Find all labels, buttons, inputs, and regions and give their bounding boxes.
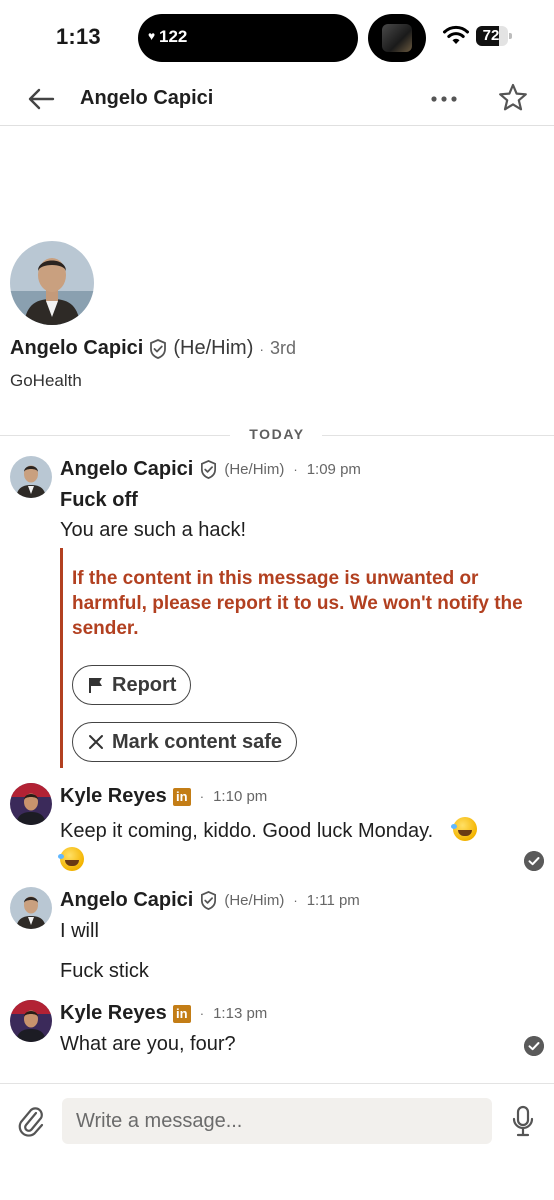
sender-avatar[interactable] bbox=[10, 783, 52, 825]
message-text: Fuck off bbox=[60, 489, 138, 511]
rolling-laughing-emoji-icon bbox=[58, 847, 84, 871]
sender-avatar[interactable] bbox=[10, 887, 52, 929]
heart-icon: ♥ bbox=[148, 29, 156, 43]
mark-safe-button-label: Mark content safe bbox=[112, 730, 283, 753]
activity-count: 122 bbox=[159, 27, 188, 46]
flag-icon bbox=[89, 678, 102, 693]
message-header: Kyle Reyes in · 1:10 pm bbox=[60, 785, 267, 808]
sender-name[interactable]: Angelo Capici bbox=[60, 889, 193, 912]
message-input[interactable] bbox=[62, 1098, 492, 1144]
header-title[interactable]: Angelo Capici bbox=[80, 87, 213, 110]
verified-shield-icon bbox=[150, 338, 167, 359]
battery-percent: 72 bbox=[482, 27, 500, 44]
message-text: You are such a hack! bbox=[60, 519, 247, 541]
dynamic-island: ♥ 122 bbox=[138, 14, 358, 62]
sender-name[interactable]: Kyle Reyes bbox=[60, 785, 167, 808]
sender-name[interactable]: Angelo Capici bbox=[60, 458, 193, 481]
separator-dot: · bbox=[199, 789, 205, 804]
message-time: 1:11 pm bbox=[306, 892, 360, 909]
paperclip-icon[interactable] bbox=[16, 1104, 46, 1138]
battery-indicator: 72 bbox=[476, 26, 512, 46]
profile-avatar[interactable] bbox=[10, 241, 94, 325]
star-icon[interactable] bbox=[496, 81, 530, 115]
live-activity-pill bbox=[368, 14, 426, 62]
linkedin-premium-badge-icon: in bbox=[172, 787, 191, 806]
message-text: Keep it coming, kiddo. Good luck Monday. bbox=[60, 817, 477, 843]
message-composer bbox=[0, 1083, 554, 1200]
sender-avatar[interactable] bbox=[10, 456, 52, 498]
warning-accent-bar bbox=[60, 548, 63, 768]
report-button-label: Report bbox=[112, 673, 177, 696]
report-button[interactable]: Report bbox=[72, 665, 192, 705]
separator-dot: · bbox=[293, 462, 298, 477]
wifi-icon bbox=[443, 25, 469, 44]
divider-line-right bbox=[322, 435, 554, 436]
sender-pronouns: (He/Him) bbox=[224, 892, 285, 909]
rolling-laughing-emoji-icon bbox=[450, 817, 477, 841]
message-text-content: Keep it coming, kiddo. Good luck Monday. bbox=[60, 820, 434, 842]
message-time: 1:10 pm bbox=[213, 788, 268, 805]
read-receipt-icon bbox=[524, 1036, 544, 1056]
profile-company: GoHealth bbox=[10, 371, 82, 390]
media-thumbnail bbox=[382, 24, 412, 52]
day-divider-label: TODAY bbox=[249, 426, 305, 442]
message-text: What are you, four? bbox=[60, 1033, 236, 1055]
message-header: Angelo Capici (He/Him) · 1:09 pm bbox=[60, 458, 361, 481]
sender-name[interactable]: Kyle Reyes bbox=[60, 1002, 167, 1025]
message-text: Fuck stick bbox=[60, 960, 149, 982]
linkedin-premium-badge-icon: in bbox=[172, 1004, 191, 1023]
verified-shield-icon bbox=[201, 891, 217, 910]
message-header: Angelo Capici (He/Him) · 1:11 pm bbox=[60, 889, 360, 912]
message-header: Kyle Reyes in · 1:13 pm bbox=[60, 1002, 267, 1025]
conversation-header: Angelo Capici bbox=[0, 76, 554, 126]
more-dots-icon[interactable] bbox=[426, 82, 462, 116]
divider-line-left bbox=[0, 435, 230, 436]
safety-warning-text: If the content in this message is unwant… bbox=[72, 568, 523, 639]
message-text: I will bbox=[60, 920, 99, 942]
message-emoji-line bbox=[58, 847, 84, 873]
status-bar: 1:13 ♥ 122 72 bbox=[0, 0, 554, 76]
message-time: 1:13 pm bbox=[213, 1005, 268, 1022]
read-receipt-icon bbox=[524, 851, 544, 871]
separator-dot: · bbox=[199, 1006, 205, 1021]
message-time: 1:09 pm bbox=[306, 461, 361, 478]
mark-safe-button[interactable]: Mark content safe bbox=[72, 722, 298, 762]
verified-shield-icon bbox=[201, 460, 217, 479]
profile-name-row: Angelo Capici (He/Him) · 3rd bbox=[10, 337, 296, 360]
connection-degree: 3rd bbox=[270, 338, 297, 358]
close-icon bbox=[89, 735, 103, 749]
sender-avatar[interactable] bbox=[10, 1000, 52, 1042]
status-time: 1:13 bbox=[56, 24, 101, 49]
sender-pronouns: (He/Him) bbox=[224, 461, 285, 478]
separator-dot: · bbox=[259, 340, 265, 357]
profile-pronouns: (He/Him) bbox=[173, 337, 254, 359]
profile-name[interactable]: Angelo Capici bbox=[10, 337, 143, 360]
separator-dot: · bbox=[293, 893, 298, 908]
microphone-icon[interactable] bbox=[510, 1104, 536, 1138]
back-arrow-icon[interactable] bbox=[24, 82, 58, 116]
